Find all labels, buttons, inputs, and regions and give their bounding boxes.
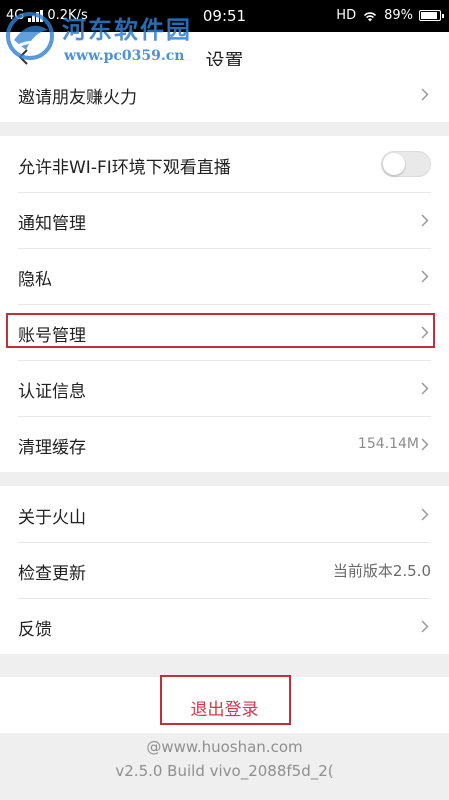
watermark-logo-icon	[6, 12, 54, 60]
row-label: 允许非WI-FI环境下观看直播	[18, 158, 231, 178]
footer-website: @www.huoshan.com	[146, 738, 303, 756]
row-label: 隐私	[18, 270, 52, 290]
watermark-url: www.pc0359.cn	[64, 48, 185, 64]
chevron-right-icon	[421, 214, 429, 227]
row-about-huoshan[interactable]: 关于火山	[0, 486, 449, 542]
chevron-right-icon	[421, 270, 429, 283]
chevron-right-icon	[421, 508, 429, 521]
chevron-right-icon	[421, 326, 429, 339]
battery-icon	[419, 10, 444, 21]
row-check-update[interactable]: 检查更新 当前版本2.5.0	[0, 542, 449, 598]
row-label: 清理缓存	[18, 438, 86, 458]
watermark: 河东软件园 www.pc0359.cn	[4, 6, 224, 68]
row-feedback[interactable]: 反馈	[0, 598, 449, 654]
row-allow-non-wifi-live: 允许非WI-FI环境下观看直播	[0, 136, 449, 192]
hd-indicator: HD	[336, 8, 357, 23]
chevron-right-icon	[421, 438, 429, 451]
row-account-management[interactable]: 账号管理	[0, 304, 449, 360]
settings-group-invite: 邀请朋友赚火力	[0, 66, 449, 122]
settings-group-about: 关于火山 检查更新 当前版本2.5.0 反馈	[0, 486, 449, 654]
row-label: 账号管理	[18, 326, 86, 346]
row-verification-info[interactable]: 认证信息	[0, 360, 449, 416]
non-wifi-live-toggle[interactable]	[381, 151, 431, 177]
row-privacy[interactable]: 隐私	[0, 248, 449, 304]
wifi-icon	[364, 11, 377, 21]
current-version: 当前版本2.5.0	[332, 562, 431, 580]
row-label: 认证信息	[18, 382, 86, 402]
cache-size: 154.14M	[357, 436, 419, 452]
settings-group-general: 允许非WI-FI环境下观看直播 通知管理 隐私 账号管理 认证信息 清理缓存 1…	[0, 136, 449, 472]
battery-percent: 89%	[384, 8, 413, 23]
watermark-name: 河东软件园	[62, 15, 192, 44]
logout-button[interactable]: 退出登录	[0, 695, 449, 720]
status-right: HD 89%	[336, 8, 444, 23]
row-invite-friends[interactable]: 邀请朋友赚火力	[0, 66, 449, 122]
row-label: 检查更新	[18, 564, 86, 584]
chevron-right-icon	[421, 382, 429, 395]
row-label: 关于火山	[18, 508, 86, 528]
row-label: 反馈	[18, 620, 52, 640]
row-clear-cache[interactable]: 清理缓存 154.14M	[0, 416, 449, 472]
toggle-knob	[383, 153, 405, 175]
row-label: 邀请朋友赚火力	[18, 88, 137, 108]
row-label: 通知管理	[18, 214, 86, 234]
footer-build-info: v2.5.0 Build vivo_2088f5d_2(	[115, 762, 334, 780]
chevron-right-icon	[421, 88, 429, 101]
battery-fill	[421, 12, 438, 19]
row-notification-management[interactable]: 通知管理	[0, 192, 449, 248]
chevron-right-icon	[421, 620, 429, 633]
